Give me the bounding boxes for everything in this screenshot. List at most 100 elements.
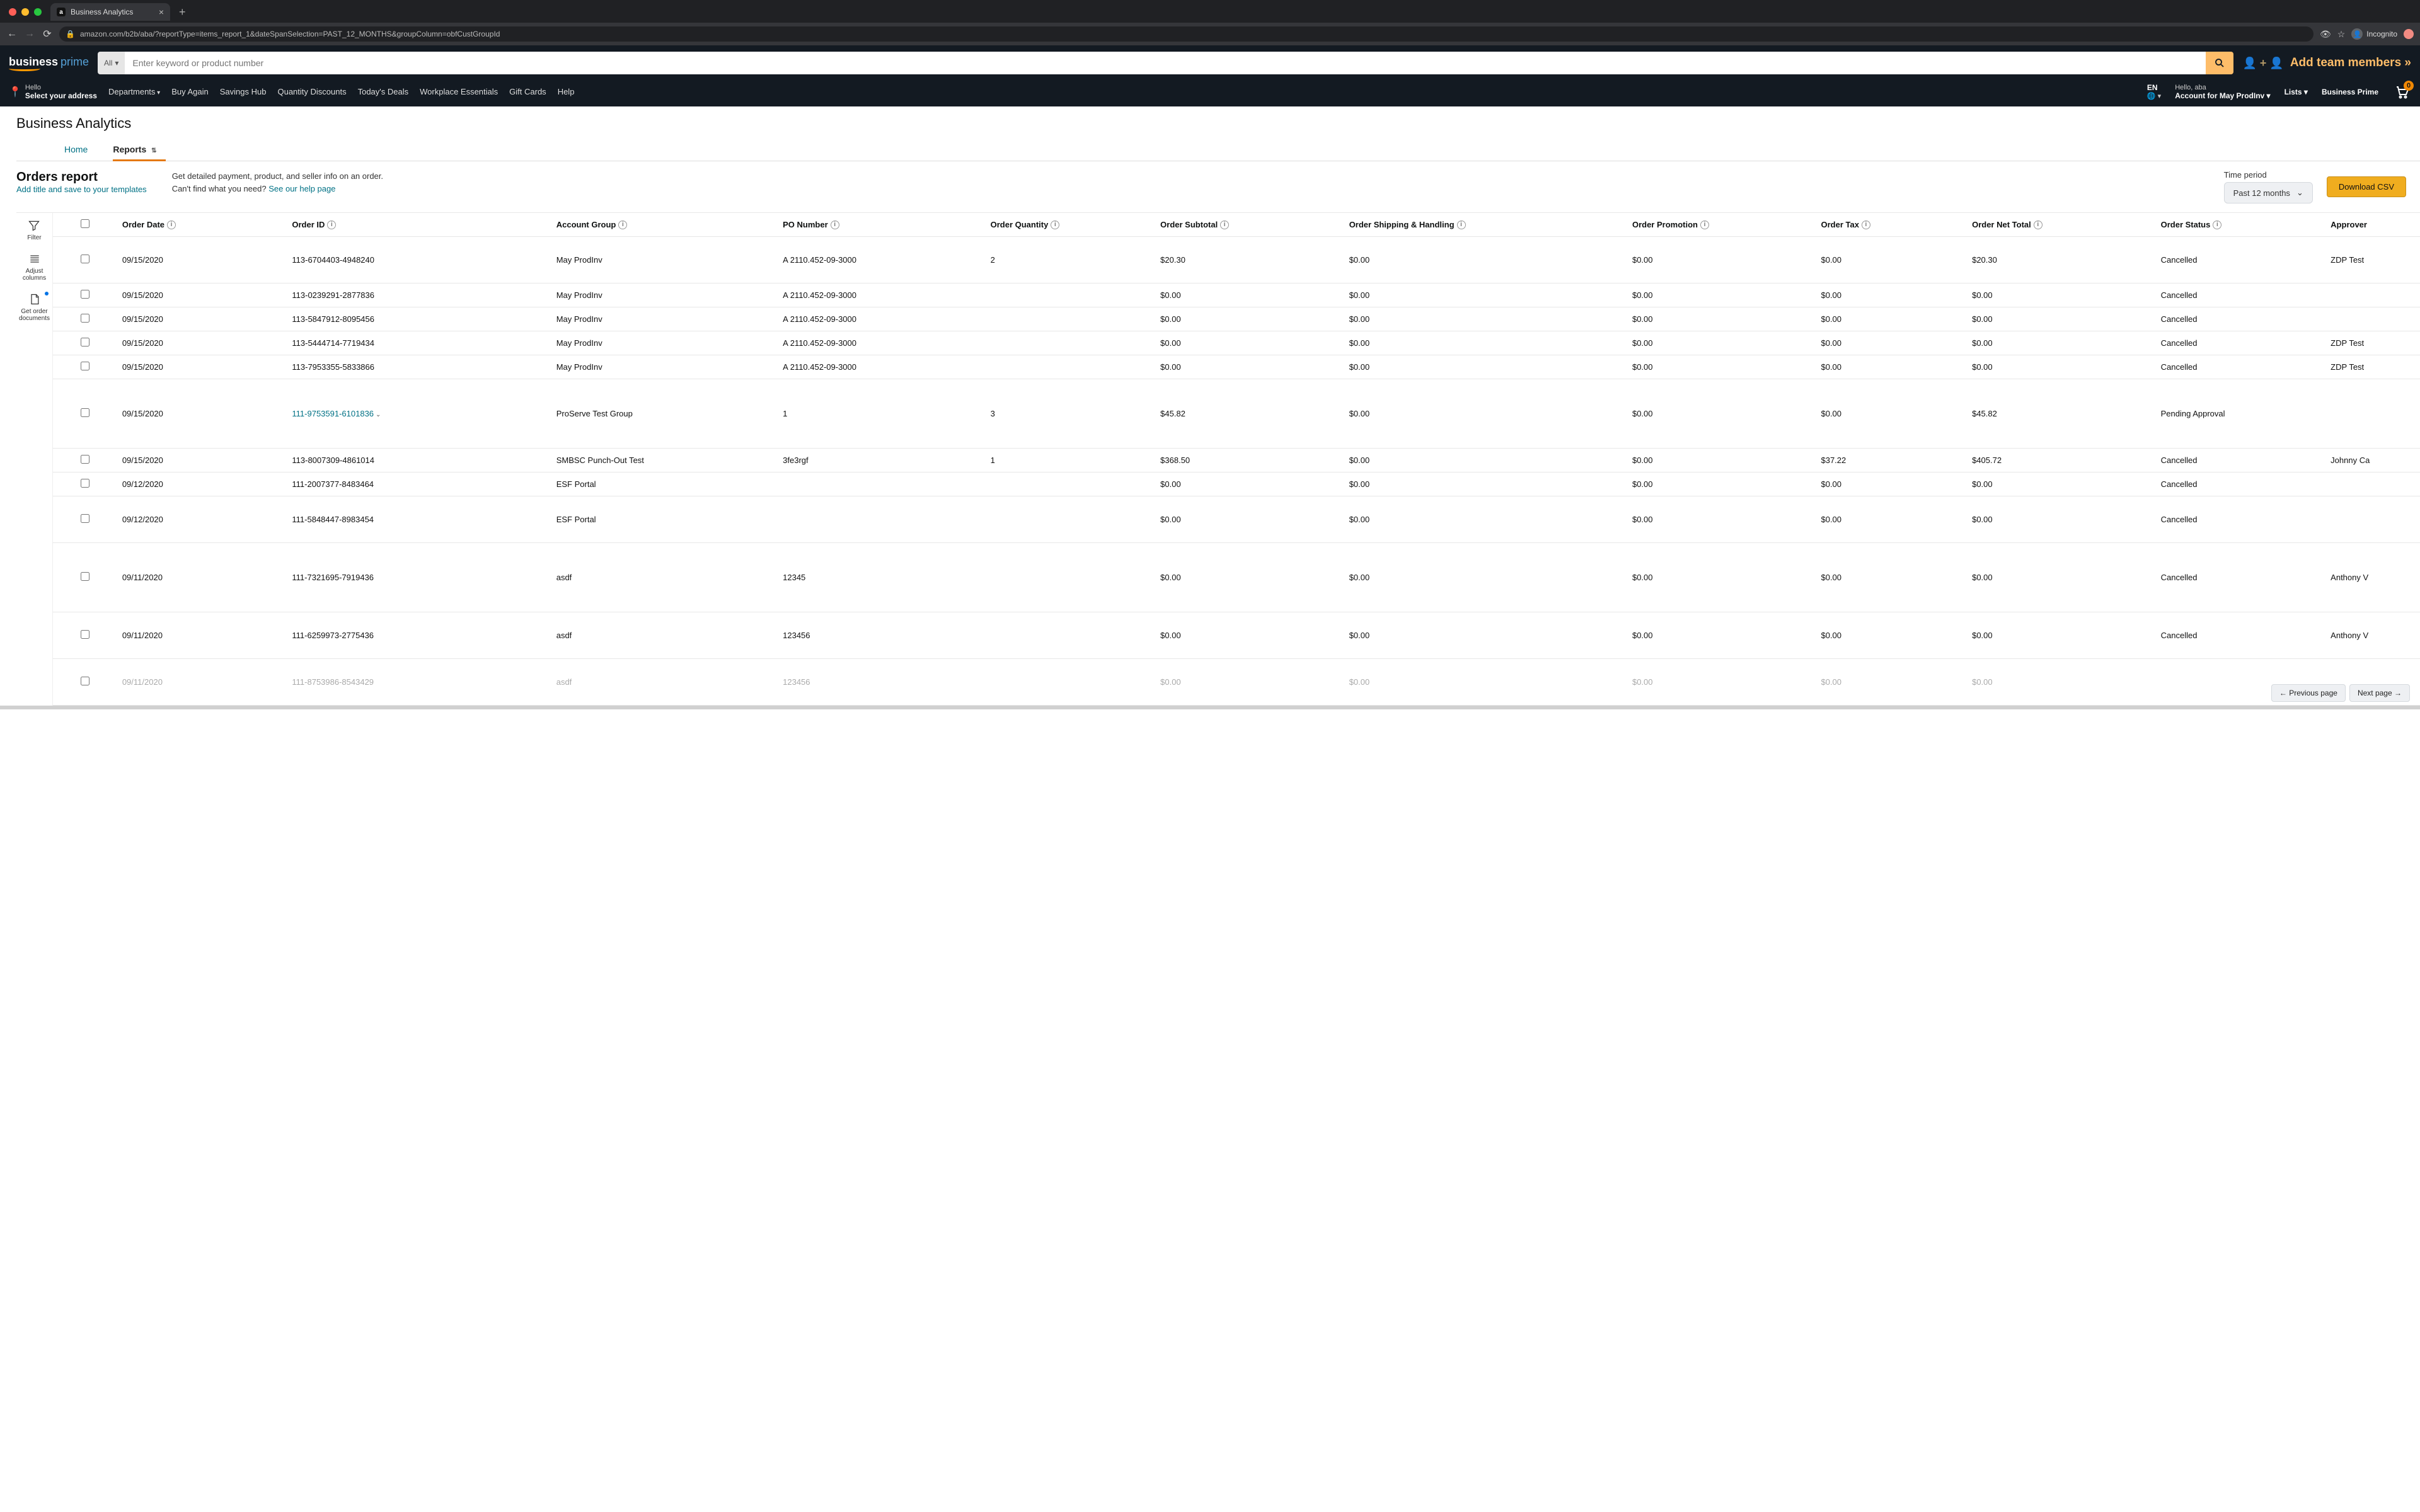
info-icon[interactable]: i [831,220,839,229]
info-icon[interactable]: i [1220,220,1229,229]
tab-reports[interactable]: Reports ⇅ [113,138,156,161]
row-checkbox[interactable] [81,362,89,370]
cell-group: May ProdInv [551,307,778,331]
reload-icon[interactable]: ⟳ [42,28,53,40]
download-csv-button[interactable]: Download CSV [2327,176,2406,197]
cell-status: Cancelled [2156,331,2326,355]
cell-tax: $0.00 [1816,284,1967,307]
save-template-link[interactable]: Add title and save to your templates [16,185,147,194]
cart-button[interactable]: 0 [2392,84,2411,100]
extension-badge-icon[interactable] [2404,29,2414,39]
prev-page-button[interactable]: ← Previous page [2271,684,2346,702]
cell-qty [986,331,1156,355]
info-icon[interactable]: i [1700,220,1709,229]
cell-ship: $0.00 [1344,543,1627,612]
row-checkbox[interactable] [81,314,89,323]
time-period-select[interactable]: Past 12 months ⌄ [2224,182,2313,203]
col-order-date[interactable]: Order Datei [117,213,287,237]
account-menu[interactable]: Hello, aba Account for May ProdInv ▾ [2175,84,2270,100]
nav-savings-hub[interactable]: Savings Hub [220,87,267,96]
add-team-members-link[interactable]: 👤 + 👤 Add team members » [2242,56,2411,70]
cell-tax: $0.00 [1816,659,1967,706]
adjust-columns-tool[interactable]: Adjust columns [16,253,52,282]
order-id-link[interactable]: 111-9753591-6101836 [292,409,374,418]
order-id-text: 111-7321695-7919436 [292,573,374,582]
browser-tab[interactable]: a Business Analytics × [50,3,170,21]
info-icon[interactable]: i [327,220,336,229]
url-field[interactable]: 🔒 amazon.com/b2b/aba/?reportType=items_r… [59,26,2313,42]
minimize-window-icon[interactable] [21,8,29,16]
col-account-group[interactable]: Account Groupi [551,213,778,237]
search-input[interactable] [125,52,2206,74]
row-checkbox[interactable] [81,290,89,299]
incognito-indicator[interactable]: 👤 Incognito [2351,28,2397,40]
col-po-number[interactable]: PO Numberi [778,213,985,237]
back-icon[interactable]: ← [6,28,18,40]
business-prime-link[interactable]: Business Prime [2322,88,2378,96]
col-status[interactable]: Order Statusi [2156,213,2326,237]
maximize-window-icon[interactable] [34,8,42,16]
tab-home[interactable]: Home [64,138,88,161]
row-checkbox[interactable] [81,514,89,523]
close-tab-icon[interactable]: × [159,7,164,17]
cell-tax: $0.00 [1816,379,1967,449]
col-order-quantity[interactable]: Order Quantityi [986,213,1156,237]
search-category-dropdown[interactable]: All ▾ [98,52,125,74]
nav-gift-cards[interactable]: Gift Cards [509,87,546,96]
next-page-button[interactable]: Next page → [2349,684,2410,702]
report-title: Orders report [16,170,147,185]
row-checkbox[interactable] [81,255,89,263]
row-checkbox[interactable] [81,455,89,464]
star-icon[interactable]: ☆ [2337,29,2346,40]
close-window-icon[interactable] [9,8,16,16]
chevron-down-icon[interactable]: ⌄ [376,411,381,418]
cell-date: 09/11/2020 [117,543,287,612]
row-checkbox[interactable] [81,338,89,346]
nav-buy-again[interactable]: Buy Again [171,87,209,96]
info-icon[interactable]: i [618,220,627,229]
col-tax[interactable]: Order Taxi [1816,213,1967,237]
deliver-to[interactable]: 📍 Hello Select your address [9,84,97,100]
nav-quantity-discounts[interactable]: Quantity Discounts [277,87,346,96]
col-approver[interactable]: Approver [2325,213,2420,237]
nav-help[interactable]: Help [558,87,575,96]
forward-icon[interactable]: → [24,28,35,40]
col-net-total[interactable]: Order Net Totali [1967,213,2156,237]
brand-logo[interactable]: business prime [9,55,89,71]
search-button[interactable] [2206,52,2233,74]
lists-menu[interactable]: Lists ▾ [2285,88,2308,96]
cell-status: Cancelled [2156,449,2326,472]
nav-todays-deals[interactable]: Today's Deals [358,87,409,96]
get-docs-tool[interactable]: Get order documents [16,293,52,322]
nav-departments[interactable]: Departments [108,87,160,96]
row-checkbox[interactable] [81,572,89,581]
eye-off-icon[interactable]: 👁 [2320,29,2331,40]
col-order-id[interactable]: Order IDi [287,213,551,237]
info-icon[interactable]: i [2034,220,2043,229]
info-icon[interactable]: i [167,220,176,229]
info-icon[interactable]: i [2213,220,2221,229]
cell-group: May ProdInv [551,284,778,307]
info-icon[interactable]: i [1051,220,1059,229]
cell-prom: $0.00 [1627,331,1816,355]
row-checkbox[interactable] [81,677,89,685]
help-page-link[interactable]: See our help page [268,184,335,193]
language-selector[interactable]: EN 🌐 ▾ [2147,83,2161,100]
info-icon[interactable]: i [1862,220,1870,229]
select-all-checkbox[interactable] [81,219,89,228]
cell-oid: 113-0239291-2877836 [287,284,551,307]
row-checkbox[interactable] [81,630,89,639]
cell-ship: $0.00 [1344,284,1627,307]
filter-tool[interactable]: Filter [27,219,41,241]
cell-po: A 2110.452-09-3000 [778,331,985,355]
row-checkbox[interactable] [81,479,89,488]
col-shipping[interactable]: Order Shipping & Handlingi [1344,213,1627,237]
row-checkbox[interactable] [81,408,89,417]
info-icon[interactable]: i [1457,220,1466,229]
col-order-subtotal[interactable]: Order Subtotali [1155,213,1344,237]
nav-workplace-essentials[interactable]: Workplace Essentials [420,87,498,96]
col-promotion[interactable]: Order Promotioni [1627,213,1816,237]
cell-oid: 111-7321695-7919436 [287,543,551,612]
cell-net: $0.00 [1967,331,2156,355]
new-tab-button[interactable]: + [175,6,190,19]
